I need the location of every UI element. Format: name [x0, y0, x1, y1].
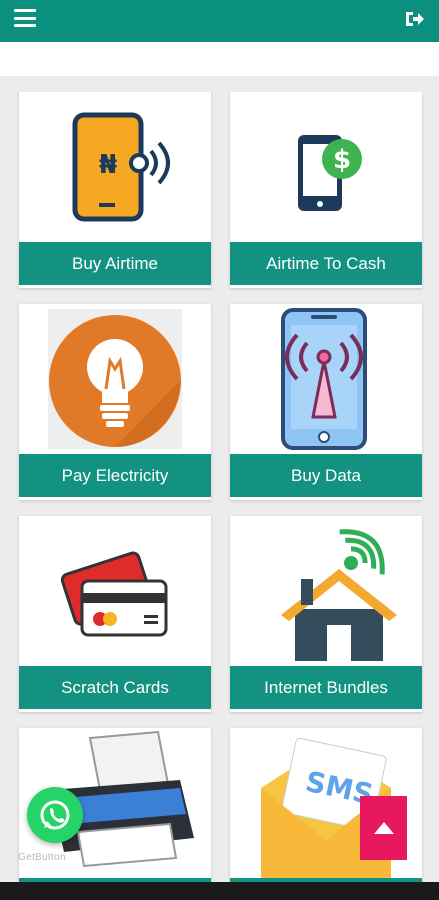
service-label: Buy Airtime: [19, 242, 211, 285]
phone-antenna-signal-icon: [230, 304, 422, 454]
credit-cards-icon: [19, 516, 211, 666]
service-card-pay-electricity[interactable]: Pay Electricity: [19, 304, 211, 500]
light-bulb-icon: [19, 304, 211, 454]
phone-naira-signal-icon: ₦: [19, 92, 211, 242]
house-wifi-icon: [230, 516, 422, 666]
hamburger-menu-icon[interactable]: [14, 9, 36, 27]
service-card-airtime-to-cash[interactable]: $ Airtime To Cash: [230, 92, 422, 288]
svg-text:$: $: [333, 145, 351, 175]
phone-dollar-coin-icon: $: [230, 92, 422, 242]
top-app-bar: [0, 0, 439, 42]
getbutton-watermark: GetButton: [18, 852, 66, 863]
service-card-internet-bundles[interactable]: Internet Bundles: [230, 516, 422, 712]
service-label: Airtime To Cash: [230, 242, 422, 285]
scroll-to-top-button[interactable]: [360, 796, 407, 860]
whatsapp-icon[interactable]: [27, 787, 83, 843]
service-label: Scratch Cards: [19, 666, 211, 709]
service-card-buy-data[interactable]: Buy Data: [230, 304, 422, 500]
service-label: Buy Data: [230, 454, 422, 497]
arrow-up-icon: [373, 822, 394, 834]
header-spacer: [0, 42, 439, 76]
services-grid: ₦ Buy Airtime $ Airtime To Cash Pay Elec…: [0, 92, 439, 882]
service-card-scratch-cards[interactable]: Scratch Cards: [19, 516, 211, 712]
service-label: Internet Bundles: [230, 666, 422, 709]
svg-text:₦: ₦: [99, 150, 117, 180]
sign-out-icon[interactable]: [403, 8, 425, 30]
system-navigation-bar: [0, 882, 439, 900]
service-label: Pay Electricity: [19, 454, 211, 497]
service-card-buy-airtime[interactable]: ₦ Buy Airtime: [19, 92, 211, 288]
